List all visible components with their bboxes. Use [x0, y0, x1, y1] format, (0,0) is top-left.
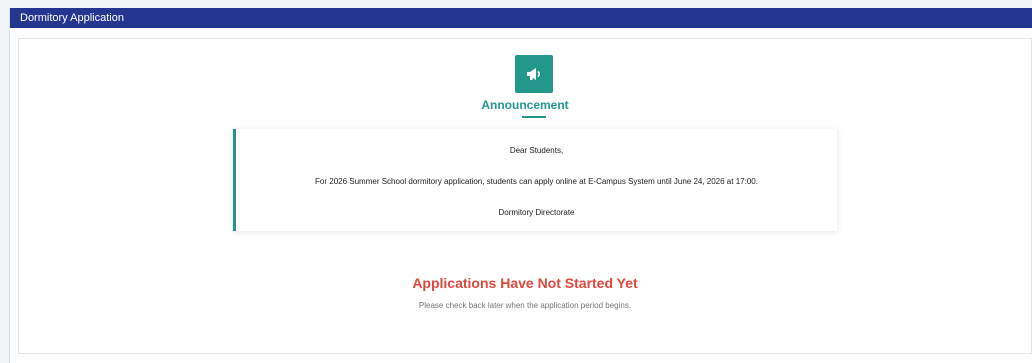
app-frame: Dormitory Application Announcement Dear …: [9, 8, 1032, 363]
megaphone-icon: [527, 68, 541, 80]
announcement-title-underline: [522, 116, 546, 118]
page-header: Dormitory Application: [10, 8, 1032, 28]
status-subtitle: Please check back later when the applica…: [418, 301, 632, 310]
announcement-message: For 2026 Summer School dormitory applica…: [315, 177, 758, 186]
announcement-title: Announcement: [481, 98, 569, 112]
announcement-signature: Dormitory Directorate: [498, 208, 575, 217]
announcement-icon-box: [515, 55, 553, 93]
content-panel: Announcement Dear Students, For 2026 Sum…: [18, 38, 1032, 354]
page-title: Dormitory Application: [20, 12, 124, 24]
announcement-card: Dear Students, For 2026 Summer School do…: [233, 129, 837, 231]
status-title: Applications Have Not Started Yet: [412, 275, 638, 291]
announcement-greeting: Dear Students,: [509, 146, 564, 155]
